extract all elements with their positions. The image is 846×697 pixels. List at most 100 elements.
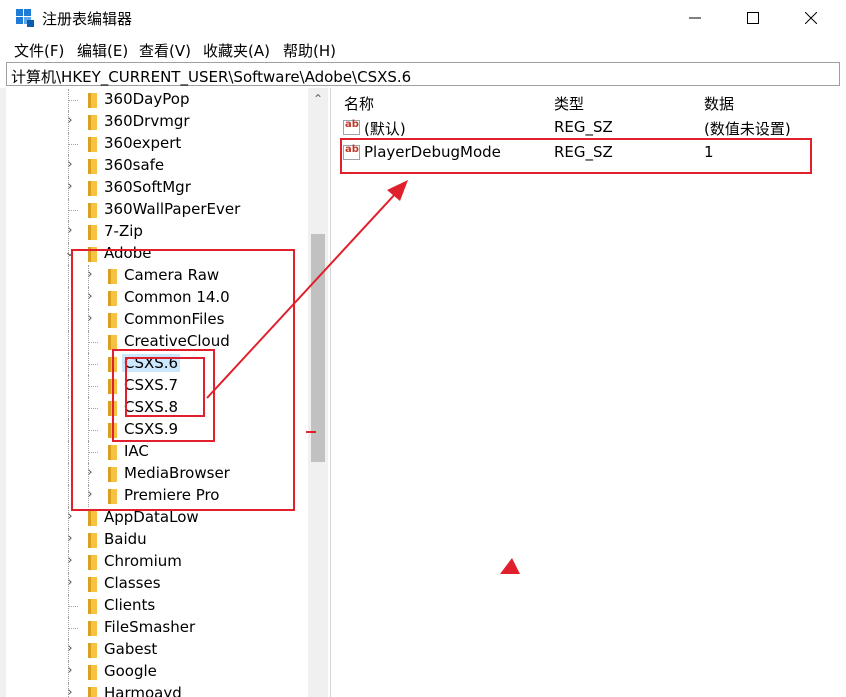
tree-item[interactable]: › AppDataLow — [6, 507, 306, 529]
tree-guide-line — [68, 485, 69, 507]
tree-item-label: Baidu — [104, 530, 147, 548]
tree-item[interactable]: CSXS.7 — [6, 375, 306, 397]
value-data: (数值未设置) — [704, 120, 791, 138]
value-type: REG_SZ — [554, 143, 613, 161]
menu-help[interactable]: 帮助(H) — [283, 40, 336, 61]
chevron-right-icon[interactable]: › — [64, 224, 76, 238]
tree-guide-line — [88, 430, 98, 431]
tree-item[interactable]: CSXS.8 — [6, 397, 306, 419]
tree-guide-line — [68, 331, 69, 353]
menu-file[interactable]: 文件(F) — [14, 40, 64, 61]
tree-item[interactable]: › Common 14.0 — [6, 287, 306, 309]
chevron-right-icon[interactable]: › — [64, 554, 76, 568]
tree-item-label: FileSmasher — [104, 618, 196, 636]
minimize-button[interactable] — [666, 0, 724, 36]
chevron-down-icon[interactable]: ⌄ — [64, 246, 76, 260]
tree-item[interactable]: › CommonFiles — [6, 309, 306, 331]
folder-icon — [88, 225, 97, 240]
tree-item[interactable]: › Harmoayd — [6, 683, 306, 697]
scroll-up-icon[interactable]: ⌃ — [308, 88, 328, 110]
chevron-right-icon[interactable]: › — [84, 466, 96, 480]
tree-item[interactable]: › MediaBrowser — [6, 463, 306, 485]
tree-item[interactable]: › Gabest — [6, 639, 306, 661]
value-row[interactable]: ab (默认) REG_SZ (数值未设置) — [336, 116, 846, 140]
tree-item[interactable]: › Premiere Pro — [6, 485, 306, 507]
folder-icon — [88, 115, 97, 130]
chevron-right-icon[interactable]: › — [64, 642, 76, 656]
column-header-name[interactable]: 名称 — [344, 93, 374, 114]
folder-icon — [88, 247, 97, 262]
tree-guide-line — [68, 606, 78, 607]
window-title: 注册表编辑器 — [42, 10, 133, 28]
tree-item-label: Camera Raw — [124, 266, 220, 284]
close-button[interactable] — [782, 0, 840, 36]
tree-item[interactable]: 360WallPaperEver — [6, 199, 306, 221]
tree-item[interactable]: › 7-Zip — [6, 221, 306, 243]
tree-item-label: Premiere Pro — [124, 486, 220, 504]
chevron-right-icon[interactable]: › — [64, 664, 76, 678]
minimize-icon — [689, 17, 701, 19]
chevron-right-icon[interactable]: › — [84, 290, 96, 304]
tree-item[interactable]: CSXS.6 — [6, 353, 306, 375]
tree-item[interactable]: › Google — [6, 661, 306, 683]
tree-item-label: 360WallPaperEver — [104, 200, 241, 218]
tree-item[interactable]: Clients — [6, 595, 306, 617]
tree-scrollbar[interactable]: ⌃ — [308, 88, 328, 697]
column-header-data[interactable]: 数据 — [704, 93, 734, 114]
scroll-thumb[interactable] — [311, 234, 325, 462]
chevron-right-icon[interactable]: › — [64, 576, 76, 590]
folder-icon — [88, 511, 97, 526]
tree-item-label: 360safe — [104, 156, 165, 174]
folder-icon — [88, 137, 97, 152]
tree-guide-line — [88, 452, 98, 453]
address-path[interactable]: 计算机\HKEY_CURRENT_USER\Software\Adobe\CSX… — [11, 66, 411, 87]
folder-icon — [108, 445, 117, 460]
column-header-type[interactable]: 类型 — [554, 93, 584, 114]
chevron-right-icon[interactable]: › — [84, 488, 96, 502]
tree-item-label: Classes — [104, 574, 161, 592]
chevron-right-icon[interactable]: › — [84, 268, 96, 282]
tree-item-label: CSXS.9 — [124, 420, 179, 438]
tree-guide-line — [68, 419, 69, 441]
tree-item[interactable]: FileSmasher — [6, 617, 306, 639]
tree-item[interactable]: CSXS.9 — [6, 419, 306, 441]
tree-item[interactable]: › 360Drvmgr — [6, 111, 306, 133]
chevron-right-icon[interactable]: › — [64, 158, 76, 172]
folder-icon — [108, 467, 117, 482]
tree-item-label: 360Drvmgr — [104, 112, 190, 130]
folder-icon — [88, 93, 97, 108]
chevron-right-icon[interactable]: › — [64, 180, 76, 194]
value-row[interactable]: ab PlayerDebugMode REG_SZ 1 — [336, 141, 846, 165]
tree-item[interactable]: 360expert — [6, 133, 306, 155]
tree-item[interactable]: › Baidu — [6, 529, 306, 551]
tree-item[interactable]: › Classes — [6, 573, 306, 595]
chevron-right-icon[interactable]: › — [64, 532, 76, 546]
folder-icon — [108, 489, 117, 504]
menu-favorites[interactable]: 收藏夹(A) — [203, 40, 270, 61]
tree-item-label: Adobe — [104, 244, 152, 262]
tree-item[interactable]: 360DayPop — [6, 89, 306, 111]
tree-item[interactable]: CreativeCloud — [6, 331, 306, 353]
tree-item[interactable]: › Chromium — [6, 551, 306, 573]
tree-item[interactable]: ⌄ Adobe — [6, 243, 306, 265]
value-name: PlayerDebugMode — [364, 143, 501, 161]
folder-icon — [108, 313, 117, 328]
key-tree[interactable]: 360DayPop › 360Drvmgr 360expert › 360safe › 360… — [6, 88, 330, 697]
tree-item[interactable]: › Camera Raw — [6, 265, 306, 287]
chevron-right-icon[interactable]: › — [64, 686, 76, 697]
registry-editor-icon — [16, 9, 34, 27]
chevron-right-icon[interactable]: › — [84, 312, 96, 326]
maximize-button[interactable] — [724, 0, 782, 36]
value-list[interactable]: 名称 类型 数据 ab (默认) REG_SZ (数值未设置) ab Playe… — [336, 88, 846, 697]
chevron-right-icon[interactable]: › — [64, 510, 76, 524]
tree-item[interactable]: IAC — [6, 441, 306, 463]
menu-edit[interactable]: 编辑(E) — [77, 40, 128, 61]
tree-item[interactable]: › 360SoftMgr — [6, 177, 306, 199]
address-bar[interactable]: 计算机\HKEY_CURRENT_USER\Software\Adobe\CSX… — [6, 62, 840, 86]
menu-view[interactable]: 查看(V) — [139, 40, 191, 61]
tree-guide-line — [68, 463, 69, 485]
tree-item[interactable]: › 360safe — [6, 155, 306, 177]
tree-item-label: IAC — [124, 442, 149, 460]
tree-guide-line — [68, 100, 78, 101]
chevron-right-icon[interactable]: › — [64, 114, 76, 128]
